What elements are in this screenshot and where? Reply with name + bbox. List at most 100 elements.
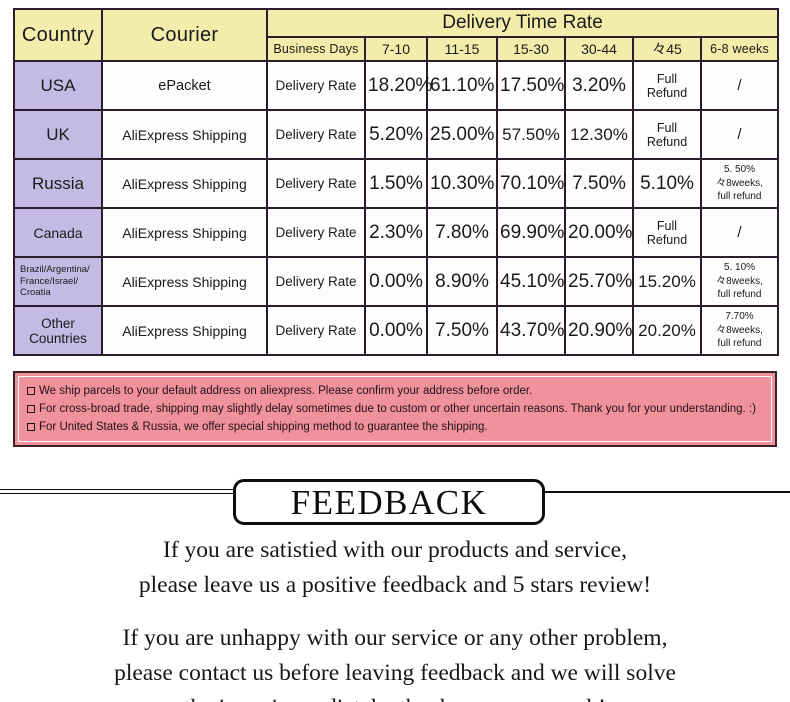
rate-label-russia: Delivery Rate — [266, 158, 366, 209]
rate-uk-over-45: Full Refund — [632, 109, 702, 160]
rate-label-usa: Delivery Rate — [266, 60, 366, 111]
header-range-over-45: 々45 — [632, 36, 702, 62]
feedback-p2-line3: the issue immediately, thank you very mu… — [0, 691, 790, 702]
shipping-and-feedback-page: Country Courier Delivery Time Rate Busin… — [0, 0, 790, 702]
checkbox-icon — [27, 404, 35, 413]
notice-line-2: For cross-broad trade, shipping may slig… — [27, 401, 763, 419]
feedback-rule-right — [542, 491, 790, 493]
courier-usa: ePacket — [101, 60, 268, 111]
rate-brazil-6-8-weeks: 5. 10% 々8weeks, full refund — [699, 256, 780, 307]
country-other: Other Countries — [13, 305, 103, 356]
rate-label-brazil-group: Delivery Rate — [266, 256, 366, 307]
feedback-paragraph-2: If you are unhappy with our service or a… — [0, 621, 790, 702]
rate-other-6-8-weeks: 7.70% 々8weeks, full refund — [699, 305, 780, 356]
rate-canada-6-8-weeks: / — [699, 207, 780, 258]
header-courier: Courier — [101, 8, 268, 62]
notice-text-1: We ship parcels to your default address … — [39, 385, 533, 397]
table-row: Brazil/Argentina/ France/Israel/ Croatia… — [13, 256, 780, 307]
table-row: Canada AliExpress Shipping Delivery Rate… — [13, 207, 780, 258]
rate-usa-6-8-weeks: / — [699, 60, 780, 111]
rate-russia-over-45: 5.10% — [632, 158, 702, 209]
table-row: UK AliExpress Shipping Delivery Rate 5.2… — [13, 109, 780, 160]
rate-uk-7-10: 5.20% — [364, 109, 428, 160]
rate-canada-15-30: 69.90% — [496, 207, 566, 258]
rate-other-15-30: 43.70% — [496, 305, 566, 356]
header-range-30-44: 30-44 — [564, 36, 634, 62]
feedback-body: If you are satistied with our products a… — [0, 533, 790, 702]
courier-other: AliExpress Shipping — [101, 305, 268, 356]
rate-brazil-11-15: 8.90% — [426, 256, 498, 307]
rate-label-canada: Delivery Rate — [266, 207, 366, 258]
header-range-7-10: 7-10 — [364, 36, 428, 62]
table-row: Other Countries AliExpress Shipping Deli… — [13, 305, 780, 356]
table-row: Russia AliExpress Shipping Delivery Rate… — [13, 158, 780, 209]
header-range-6-8-weeks: 6-8 weeks — [699, 36, 780, 62]
feedback-title: FEEDBACK — [290, 482, 488, 522]
table-header: Country Courier Delivery Time Rate Busin… — [13, 8, 780, 62]
feedback-title-box: FEEDBACK — [233, 479, 545, 525]
shipping-table-wrapper: Country Courier Delivery Time Rate Busin… — [13, 8, 780, 356]
header-business-days: Business Days — [266, 36, 366, 62]
notice-line-1: We ship parcels to your default address … — [27, 383, 763, 401]
rate-usa-7-10: 18.20% — [364, 60, 432, 111]
notice-line-3: For United States & Russia, we offer spe… — [27, 419, 763, 437]
feedback-p1-line1: If you are satistied with our products a… — [163, 537, 627, 563]
rate-brazil-over-45: 15.20% — [632, 256, 702, 307]
feedback-paragraph-1: If you are satistied with our products a… — [0, 533, 790, 603]
table-row: USA ePacket Delivery Rate 18.20% 61.10% … — [13, 60, 780, 111]
header-country: Country — [13, 8, 103, 62]
shipping-delivery-table: Country Courier Delivery Time Rate Busin… — [13, 8, 780, 356]
rate-canada-7-10: 2.30% — [364, 207, 428, 258]
notice-text-2: For cross-broad trade, shipping may slig… — [39, 402, 756, 415]
header-range-15-30: 15-30 — [496, 36, 566, 62]
rate-russia-7-10: 1.50% — [364, 158, 428, 209]
rate-usa-11-15: 61.10% — [426, 60, 498, 111]
country-brazil-group: Brazil/Argentina/ France/Israel/ Croatia — [13, 256, 103, 307]
shipping-notice-box: We ship parcels to your default address … — [13, 371, 777, 447]
rate-uk-15-30: 57.50% — [496, 109, 566, 160]
rate-canada-over-45: Full Refund — [632, 207, 702, 258]
feedback-p2-line1: If you are unhappy with our service or a… — [122, 625, 668, 651]
header-delivery-time-rate: Delivery Time Rate — [265, 8, 780, 38]
rate-russia-15-30: 70.10% — [496, 158, 566, 209]
feedback-spacer — [0, 603, 790, 621]
rate-uk-30-44: 12.30% — [564, 109, 634, 160]
rate-other-30-44: 20.90% — [564, 305, 634, 356]
rate-usa-over-45: Full Refund — [632, 60, 702, 111]
country-usa: USA — [13, 60, 103, 111]
rate-brazil-15-30: 45.10% — [496, 256, 566, 307]
rate-russia-11-15: 10.30% — [426, 158, 498, 209]
rate-usa-15-30: 17.50% — [496, 60, 566, 111]
rate-usa-30-44: 3.20% — [564, 60, 634, 111]
rate-label-uk: Delivery Rate — [266, 109, 366, 160]
checkbox-icon — [27, 422, 35, 431]
rate-other-11-15: 7.50% — [426, 305, 498, 356]
rate-canada-11-15: 7.80% — [426, 207, 498, 258]
country-uk: UK — [13, 109, 103, 160]
checkbox-icon — [27, 387, 35, 395]
feedback-rule-left — [0, 489, 234, 494]
rate-russia-30-44: 7.50% — [564, 158, 634, 209]
rate-uk-11-15: 25.00% — [426, 109, 498, 160]
courier-canada: AliExpress Shipping — [101, 207, 268, 258]
rate-canada-30-44: 20.00% — [564, 207, 634, 258]
table-body: USA ePacket Delivery Rate 18.20% 61.10% … — [13, 60, 780, 356]
rate-other-over-45: 20.20% — [632, 305, 702, 356]
country-russia: Russia — [13, 158, 103, 209]
rate-brazil-30-44: 25.70% — [564, 256, 634, 307]
feedback-p1-line2: please leave us a positive feedback and … — [138, 572, 652, 598]
rate-other-7-10: 0.00% — [364, 305, 428, 356]
courier-uk: AliExpress Shipping — [101, 109, 268, 160]
courier-russia: AliExpress Shipping — [101, 158, 268, 209]
rate-russia-6-8-weeks: 5. 50% 々8weeks, full refund — [699, 158, 780, 209]
country-canada: Canada — [13, 207, 103, 258]
rate-uk-6-8-weeks: / — [699, 109, 780, 160]
rate-label-other: Delivery Rate — [266, 305, 366, 356]
shipping-notice-inner: We ship parcels to your default address … — [18, 376, 772, 442]
header-range-11-15: 11-15 — [426, 36, 498, 62]
courier-brazil-group: AliExpress Shipping — [101, 256, 268, 307]
header-row-top: Country Courier Delivery Time Rate — [13, 8, 780, 62]
feedback-p2-line2: please contact us before leaving feedbac… — [114, 660, 676, 686]
rate-brazil-7-10: 0.00% — [364, 256, 428, 307]
notice-text-3: For United States & Russia, we offer spe… — [39, 420, 488, 433]
